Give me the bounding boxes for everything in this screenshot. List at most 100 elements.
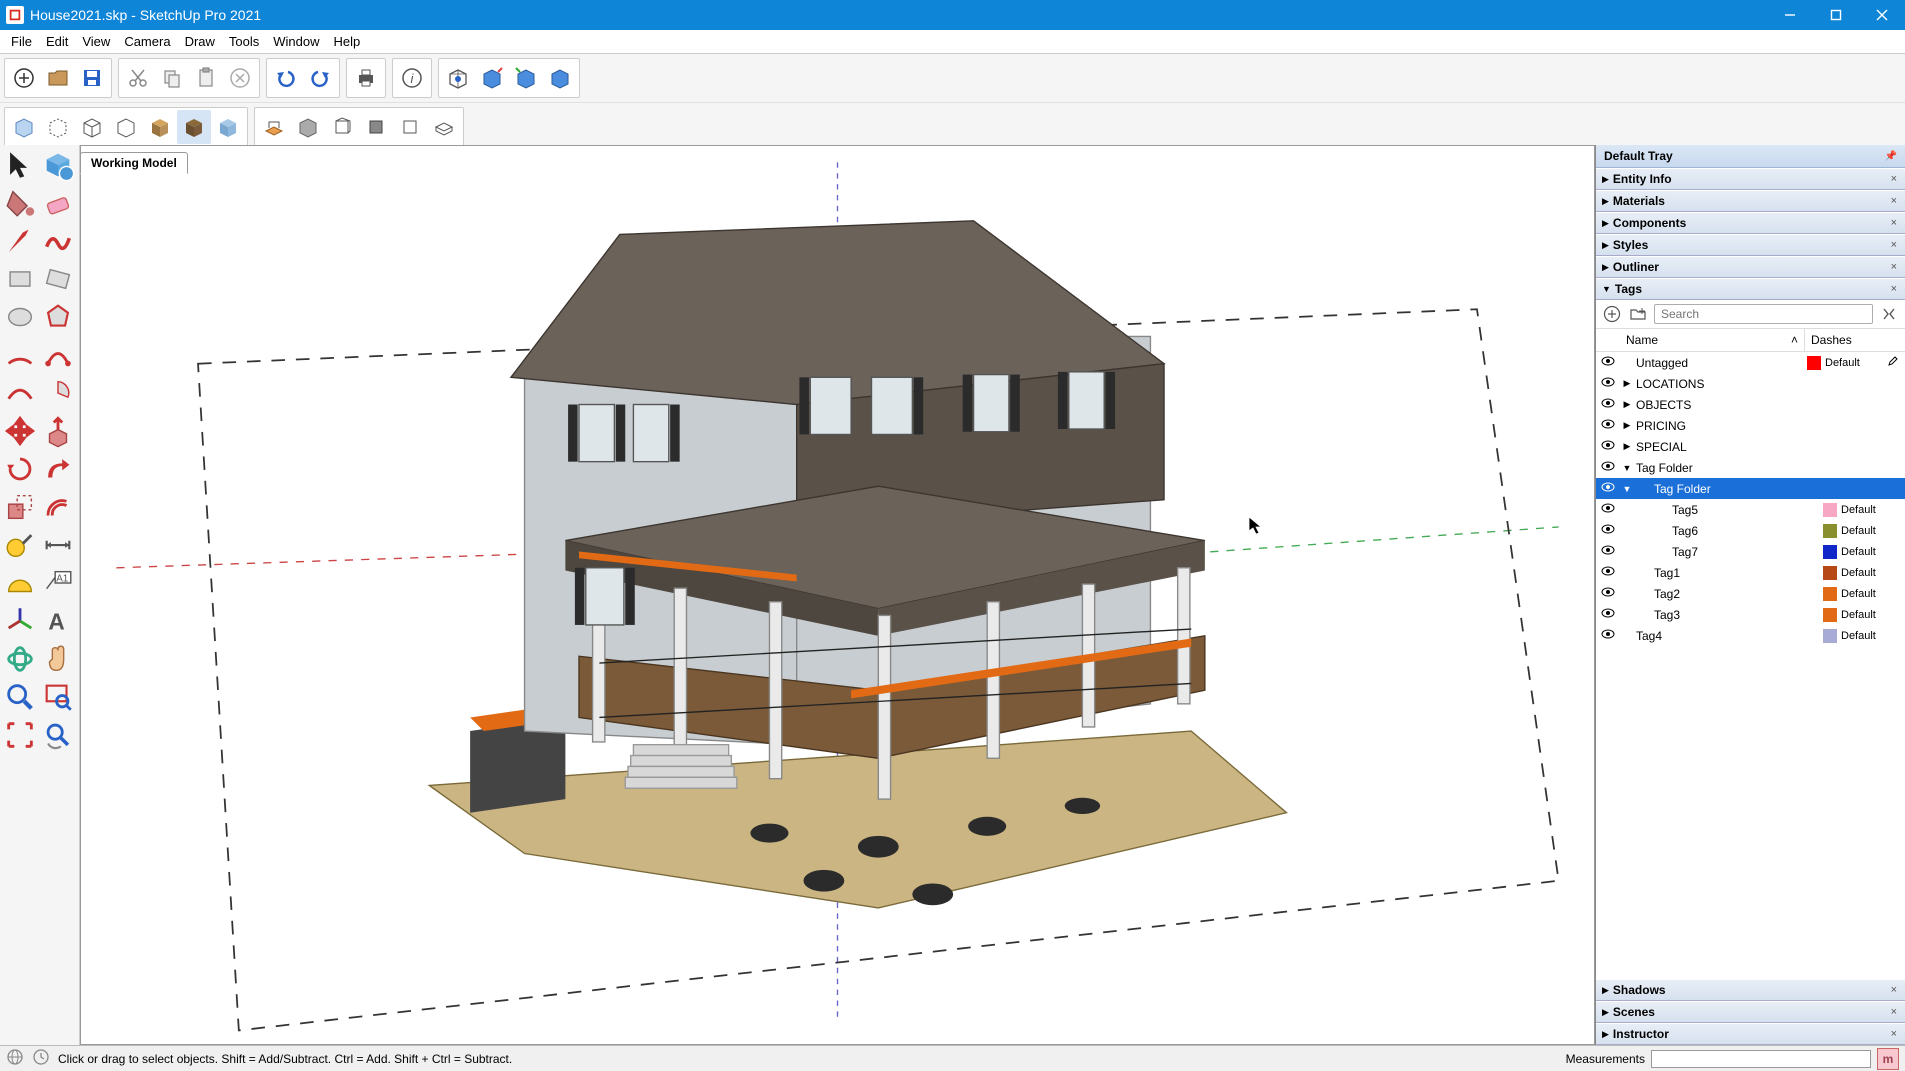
panel-scenes[interactable]: ▶Scenes× — [1596, 1001, 1905, 1023]
polygon-tool[interactable] — [40, 299, 76, 335]
print-button[interactable] — [349, 61, 383, 95]
rotate-tool[interactable] — [2, 451, 38, 487]
close-button[interactable] — [1859, 0, 1905, 30]
tags-col-dashes[interactable]: Dashes — [1805, 329, 1905, 351]
tag-color-swatch[interactable] — [1823, 587, 1837, 601]
style-xray-button[interactable] — [7, 110, 41, 144]
section-plane-button[interactable] — [257, 110, 291, 144]
tag-color-swatch[interactable] — [1823, 566, 1837, 580]
tag-color-swatch[interactable] — [1823, 629, 1837, 643]
visibility-toggle[interactable] — [1596, 543, 1620, 560]
tag-color-swatch[interactable] — [1823, 545, 1837, 559]
visibility-toggle[interactable] — [1596, 459, 1620, 476]
new-file-button[interactable] — [7, 61, 41, 95]
3pt-arc-tool[interactable] — [2, 375, 38, 411]
panel-tags[interactable]: ▼Tags× — [1596, 278, 1905, 300]
cut-button[interactable] — [121, 61, 155, 95]
panel-shadows[interactable]: ▶Shadows× — [1596, 979, 1905, 1001]
orbit-tool[interactable] — [2, 641, 38, 677]
style-wireframe-button[interactable] — [75, 110, 109, 144]
scene-tab-working-model[interactable]: Working Model — [80, 152, 188, 174]
zoom-tool[interactable] — [2, 679, 38, 715]
credits-icon[interactable] — [32, 1048, 50, 1069]
tags-col-name[interactable]: Name˄ — [1620, 329, 1805, 351]
tag-row[interactable]: ▶PRICING — [1596, 415, 1905, 436]
panel-styles[interactable]: ▶Styles× — [1596, 234, 1905, 256]
menu-tools[interactable]: Tools — [222, 30, 266, 53]
menu-camera[interactable]: Camera — [117, 30, 177, 53]
geo-location-icon[interactable] — [6, 1048, 24, 1069]
tag-dashes[interactable]: Default — [1841, 630, 1901, 642]
section-fill2-button[interactable] — [393, 110, 427, 144]
rotated-rectangle-tool[interactable] — [40, 261, 76, 297]
expand-toggle[interactable]: ▼ — [1620, 484, 1634, 494]
visibility-toggle[interactable] — [1596, 354, 1620, 371]
tape-measure-tool[interactable] — [2, 527, 38, 563]
tag-row[interactable]: ▶OBJECTS — [1596, 394, 1905, 415]
tag-row[interactable]: Tag3Default — [1596, 604, 1905, 625]
edit-icon[interactable] — [1885, 355, 1901, 370]
tag-row[interactable]: Tag2Default — [1596, 583, 1905, 604]
text-tool[interactable]: A1 — [40, 565, 76, 601]
zoom-window-tool[interactable] — [40, 679, 76, 715]
make-component-tool[interactable] — [40, 147, 76, 183]
previous-view-tool[interactable] — [40, 717, 76, 753]
scale-tool[interactable] — [2, 489, 38, 525]
visibility-toggle[interactable] — [1596, 627, 1620, 644]
menu-window[interactable]: Window — [266, 30, 326, 53]
tag-dashes[interactable]: Default — [1841, 504, 1901, 516]
copy-button[interactable] — [155, 61, 189, 95]
circle-tool[interactable] — [2, 299, 38, 335]
close-icon[interactable]: × — [1889, 283, 1899, 295]
eraser-tool[interactable] — [40, 185, 76, 221]
tag-color-swatch[interactable] — [1823, 608, 1837, 622]
tag-dashes[interactable]: Default — [1841, 525, 1901, 537]
zoom-extents-tool[interactable] — [2, 717, 38, 753]
close-icon[interactable]: × — [1889, 173, 1899, 185]
push-pull-tool[interactable] — [40, 413, 76, 449]
panel-entity-info[interactable]: ▶Entity Info× — [1596, 168, 1905, 190]
menu-draw[interactable]: Draw — [178, 30, 222, 53]
expand-toggle[interactable]: ▶ — [1620, 420, 1634, 431]
menu-edit[interactable]: Edit — [39, 30, 75, 53]
close-icon[interactable]: × — [1889, 261, 1899, 273]
line-tool[interactable] — [2, 223, 38, 259]
freehand-tool[interactable] — [40, 223, 76, 259]
visibility-toggle[interactable] — [1596, 480, 1620, 497]
offset-tool[interactable] — [40, 489, 76, 525]
paste-button[interactable] — [189, 61, 223, 95]
visibility-toggle[interactable] — [1596, 375, 1620, 392]
pan-tool[interactable] — [40, 641, 76, 677]
tag-row[interactable]: Tag7Default — [1596, 541, 1905, 562]
style-backedges-button[interactable] — [41, 110, 75, 144]
tag-dashes[interactable]: Default — [1841, 546, 1901, 558]
add-tag-folder-button[interactable] — [1628, 304, 1648, 324]
extension-warehouse-button[interactable] — [543, 61, 577, 95]
close-icon[interactable]: × — [1889, 1006, 1899, 1018]
minimize-button[interactable] — [1767, 0, 1813, 30]
visibility-toggle[interactable] — [1596, 417, 1620, 434]
delete-button[interactable] — [223, 61, 257, 95]
3dwarehouse-share-button[interactable] — [509, 61, 543, 95]
menu-file[interactable]: File — [4, 30, 39, 53]
undo-button[interactable] — [269, 61, 303, 95]
section-display-button[interactable] — [291, 110, 325, 144]
axes-tool[interactable] — [2, 603, 38, 639]
tag-dashes[interactable]: Default — [1841, 588, 1901, 600]
tag-row[interactable]: Tag5Default — [1596, 499, 1905, 520]
tag-row[interactable]: Tag6Default — [1596, 520, 1905, 541]
tag-row[interactable]: ▼Tag Folder — [1596, 478, 1905, 499]
model-info-button[interactable]: i — [395, 61, 429, 95]
menu-help[interactable]: Help — [327, 30, 368, 53]
visibility-toggle[interactable] — [1596, 438, 1620, 455]
tags-search-input[interactable] — [1654, 304, 1873, 324]
save-button[interactable] — [75, 61, 109, 95]
open-file-button[interactable] — [41, 61, 75, 95]
visibility-toggle[interactable] — [1596, 606, 1620, 623]
tag-dashes[interactable]: Default — [1841, 609, 1901, 621]
tag-row[interactable]: UntaggedDefault — [1596, 352, 1905, 373]
maximize-button[interactable] — [1813, 0, 1859, 30]
visibility-toggle[interactable] — [1596, 396, 1620, 413]
close-icon[interactable]: × — [1889, 1028, 1899, 1040]
tag-dashes[interactable]: Default — [1841, 567, 1901, 579]
